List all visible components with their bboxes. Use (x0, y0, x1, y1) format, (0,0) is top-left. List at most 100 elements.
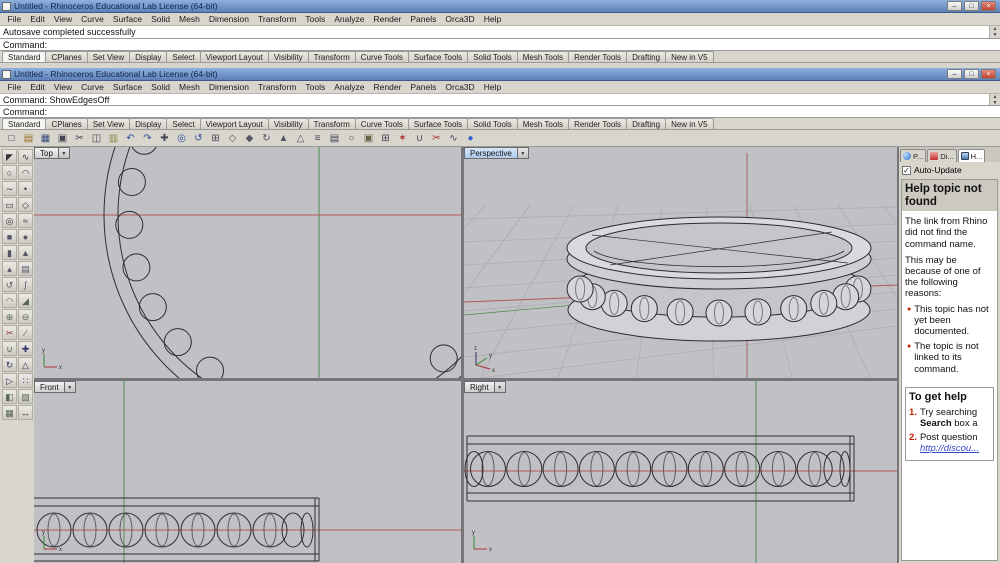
menu-tools[interactable]: Tools (301, 82, 330, 92)
front-history-scrollbar[interactable]: ▲ ▼ (989, 94, 1000, 106)
toolbar-tab-standard[interactable]: Standard (2, 118, 47, 129)
menu-analyze[interactable]: Analyze (330, 14, 369, 24)
new-file-icon[interactable]: □ (4, 131, 19, 146)
loft-icon[interactable]: ▤ (18, 261, 33, 276)
menu-file[interactable]: File (3, 82, 26, 92)
toolbar-tab-select[interactable]: Select (166, 118, 201, 129)
sweep-icon[interactable]: ∫ (18, 277, 33, 292)
toolbar-tab-standard[interactable]: Standard (2, 51, 47, 62)
close-button[interactable]: × (981, 1, 996, 11)
menu-mesh[interactable]: Mesh (175, 82, 205, 92)
group-icon[interactable]: ⊞ (378, 131, 393, 146)
restore-button[interactable]: □ (964, 1, 979, 11)
menu-panels[interactable]: Panels (406, 14, 441, 24)
rotate-tool-icon[interactable]: ↻ (2, 357, 17, 372)
toolbar-tab-solid-tools[interactable]: Solid Tools (467, 118, 518, 129)
menu-view[interactable]: View (49, 14, 76, 24)
offset-icon[interactable]: ≈ (18, 213, 33, 228)
toolbar-tab-viewport-layout[interactable]: Viewport Layout (199, 51, 269, 62)
menu-file[interactable]: File (3, 14, 26, 24)
toolbar-tab-drafting[interactable]: Drafting (626, 118, 667, 129)
viewport-front-dropdown-icon[interactable]: ▼ (64, 381, 76, 393)
panel-tab-help[interactable]: H... (957, 149, 986, 162)
pan-icon[interactable]: ✚ (157, 131, 172, 146)
viewport-front-canvas[interactable]: xy (34, 381, 461, 563)
menu-analyze[interactable]: Analyze (330, 82, 369, 92)
front-titlebar[interactable]: Untitled - Rhinoceros Educational Lab Li… (0, 68, 1000, 81)
toolbar-tab-curve-tools[interactable]: Curve Tools (354, 118, 409, 129)
viewport-perspective-label[interactable]: Perspective (464, 147, 518, 159)
sphere-icon[interactable]: ● (18, 229, 33, 244)
menu-solid[interactable]: Solid (147, 82, 175, 92)
cone-icon[interactable]: ▲ (18, 245, 33, 260)
viewport-front-label[interactable]: Front (34, 381, 65, 393)
auto-update-checkbox[interactable]: ✓ (902, 165, 911, 175)
viewport-top[interactable]: Top ▼ xy (34, 147, 461, 378)
copy-icon[interactable]: ◫ (89, 131, 104, 146)
menu-curve[interactable]: Curve (77, 14, 109, 24)
revolve-icon[interactable]: ↺ (2, 277, 17, 292)
menu-transform[interactable]: Transform (253, 82, 300, 92)
rotate-view-icon[interactable]: ↺ (191, 131, 206, 146)
menu-render[interactable]: Render (369, 14, 406, 24)
toolbar-tab-visibility[interactable]: Visibility (267, 118, 309, 129)
array-icon[interactable]: ∷ (18, 373, 33, 388)
toolbar-tab-mesh-tools[interactable]: Mesh Tools (516, 51, 570, 62)
viewport-perspective-dropdown-icon[interactable]: ▼ (517, 147, 529, 159)
rectangle-icon[interactable]: ▭ (2, 197, 17, 212)
toolbar-tab-mesh-tools[interactable]: Mesh Tools (516, 118, 570, 129)
restore-button[interactable]: □ (964, 69, 979, 79)
scale-icon[interactable]: ▲ (276, 131, 291, 146)
toolbar-tab-set-view[interactable]: Set View (86, 118, 131, 129)
toolbar-tab-display[interactable]: Display (129, 51, 168, 62)
back-titlebar[interactable]: Untitled - Rhinoceros Educational Lab Li… (0, 0, 1000, 13)
scroll-down-icon[interactable]: ▼ (990, 32, 1000, 38)
toolbar-tab-curve-tools[interactable]: Curve Tools (354, 51, 409, 62)
viewport-perspective[interactable]: Perspective ▼ x y z (464, 147, 897, 378)
toolbar-tab-new-in-v5[interactable]: New in V5 (665, 118, 714, 129)
menu-dimension[interactable]: Dimension (204, 14, 253, 24)
cylinder-icon[interactable]: ▮ (2, 245, 17, 260)
zoom-extents-icon[interactable]: ⊞ (208, 131, 223, 146)
open-file-icon[interactable]: ▤ (21, 131, 36, 146)
save-icon[interactable]: ▦ (38, 131, 53, 146)
move-tool-icon[interactable]: ✚ (18, 341, 33, 356)
toolbar-tab-surface-tools[interactable]: Surface Tools (407, 118, 469, 129)
properties-icon[interactable]: ▤ (327, 131, 342, 146)
menu-surface[interactable]: Surface (108, 82, 146, 92)
curve-boolean-icon[interactable]: ◧ (2, 389, 17, 404)
circle-icon[interactable]: ○ (2, 165, 17, 180)
toolbar-tab-solid-tools[interactable]: Solid Tools (467, 51, 518, 62)
redo-icon[interactable]: ↷ (140, 131, 155, 146)
render-icon[interactable]: ● (463, 131, 478, 146)
trim-tool-icon[interactable]: ✂ (2, 325, 17, 340)
toolbar-tab-display[interactable]: Display (129, 118, 168, 129)
toolbar-tab-set-view[interactable]: Set View (86, 51, 131, 62)
viewport-top-dropdown-icon[interactable]: ▼ (58, 147, 70, 159)
panel-tab-properties[interactable]: P... (900, 149, 927, 162)
back-command-prompt[interactable]: Command: (0, 39, 1000, 51)
undo-icon[interactable]: ↶ (123, 131, 138, 146)
panel-tab-display[interactable]: Di... (927, 149, 957, 162)
mesh-tool-icon[interactable]: ▦ (2, 405, 17, 420)
join-tool-icon[interactable]: ∪ (2, 341, 17, 356)
viewport-top-label[interactable]: Top (34, 147, 59, 159)
toolbar-tab-render-tools[interactable]: Render Tools (568, 51, 628, 62)
toolbar-tab-cplanes[interactable]: CPlanes (45, 118, 88, 129)
move-icon[interactable]: ◇ (225, 131, 240, 146)
chamfer-icon[interactable]: ◢ (18, 293, 33, 308)
split-tool-icon[interactable]: ∕ (18, 325, 33, 340)
print-icon[interactable]: ▣ (55, 131, 70, 146)
menu-dimension[interactable]: Dimension (204, 82, 253, 92)
viewport-top-canvas[interactable]: xy (34, 147, 461, 378)
menu-orca3d[interactable]: Orca3D (441, 14, 479, 24)
toolbar-tab-drafting[interactable]: Drafting (626, 51, 667, 62)
toolbar-tab-surface-tools[interactable]: Surface Tools (407, 51, 469, 62)
menu-curve[interactable]: Curve (77, 82, 109, 92)
dimension-icon[interactable]: ↔ (18, 405, 33, 420)
viewport-right-dropdown-icon[interactable]: ▼ (494, 381, 506, 393)
boolean-difference-icon[interactable]: ⊖ (18, 309, 33, 324)
toolbar-tab-visibility[interactable]: Visibility (267, 51, 309, 62)
point-icon[interactable]: • (18, 181, 33, 196)
viewport-perspective-canvas[interactable]: x y z (464, 147, 897, 378)
